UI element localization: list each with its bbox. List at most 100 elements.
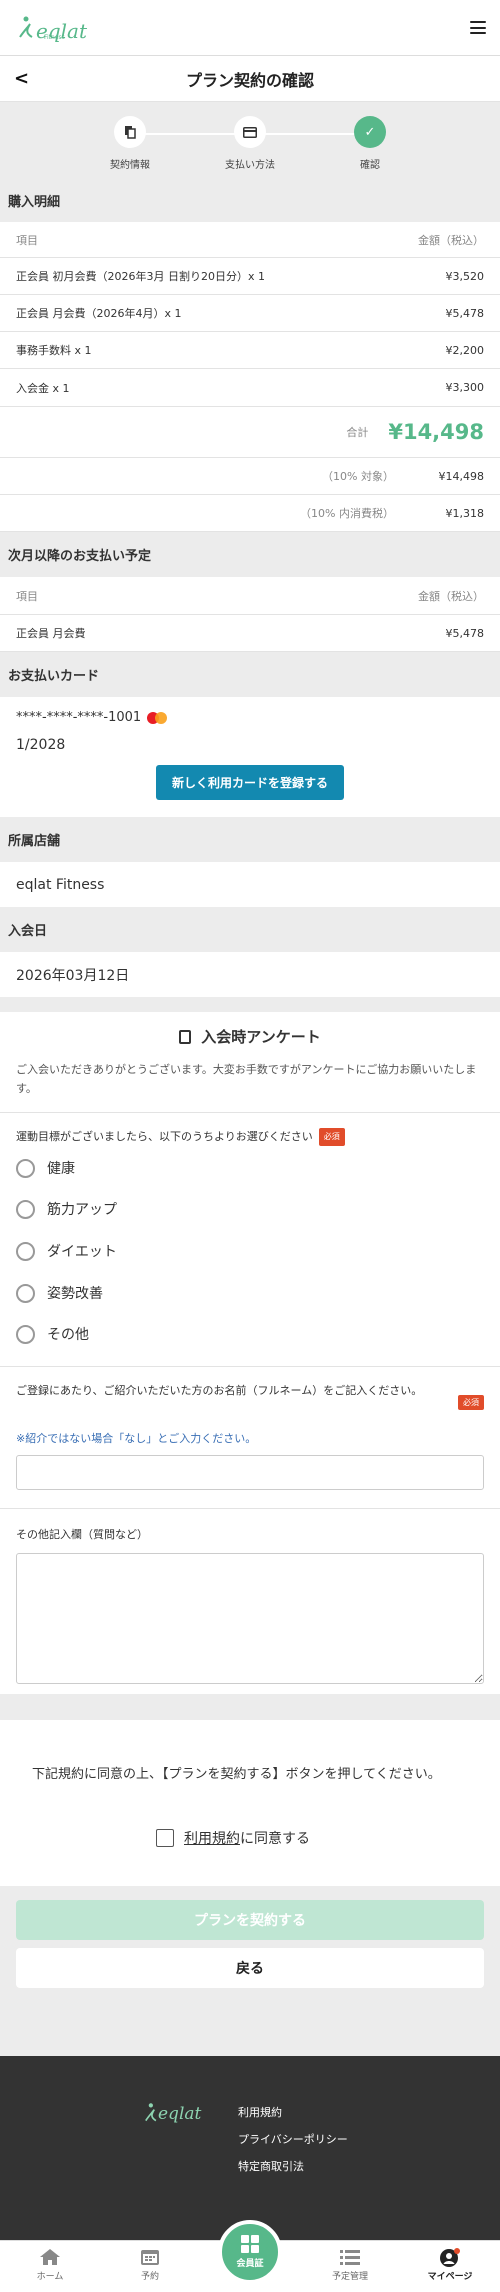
progress-steps: 契約情報 支払い方法 ✓ 確認 xyxy=(0,102,500,178)
radio-option[interactable]: 筋力アップ xyxy=(16,1199,117,1219)
radio-circle-icon[interactable] xyxy=(16,1324,35,1344)
next-table-header: 項目 金額（税込） xyxy=(0,577,500,615)
logo-mark-icon xyxy=(19,16,33,38)
nav-member-card[interactable]: 会員証 xyxy=(218,2220,282,2284)
divider xyxy=(0,1366,500,1367)
col-amount: 金額（税込） xyxy=(418,589,484,603)
item-amount: ¥5,478 xyxy=(445,306,485,320)
submit-plan-button[interactable]: プランを契約する xyxy=(16,1900,484,1940)
agreement-section: 下記規約に同意の上、【プランを契約する】ボタンを押してください。 利用規約に同意… xyxy=(0,1720,500,1886)
radio-circle-icon[interactable] xyxy=(16,1241,35,1261)
join-date-value: 2026年03月12日 xyxy=(0,952,500,997)
checkbox-icon[interactable] xyxy=(156,1829,174,1847)
step-confirm: ✓ 確認 xyxy=(320,116,420,171)
card-heading: お支払いカード xyxy=(0,652,500,697)
item-amount: ¥3,520 xyxy=(445,269,485,283)
nav-mypage[interactable]: マイページ xyxy=(410,2241,490,2292)
agree-checkbox[interactable]: 利用規約に同意する xyxy=(156,1828,310,1848)
col-item: 項目 xyxy=(16,233,38,247)
step-contract-info: 契約情報 xyxy=(80,116,180,171)
other-textarea[interactable] xyxy=(16,1553,484,1684)
option-label: 健康 xyxy=(47,1161,75,1177)
logo-sub: Fitness xyxy=(44,33,65,41)
radio-option[interactable]: ダイエット xyxy=(16,1241,117,1261)
purchase-table-header: 項目 金額（税込） xyxy=(0,222,500,258)
user-icon xyxy=(439,2248,461,2267)
home-icon xyxy=(39,2248,61,2266)
document-icon xyxy=(114,116,146,148)
radio-option[interactable]: その他 xyxy=(16,1324,89,1344)
radio-circle-icon[interactable] xyxy=(16,1283,35,1303)
agreement-text: 下記規約に同意の上、【プランを契約する】ボタンを押してください。 xyxy=(32,1767,441,1782)
logo-mark-icon xyxy=(145,2103,157,2122)
title-bar: < プラン契約の確認 xyxy=(0,56,500,102)
back-chevron-icon[interactable]: < xyxy=(14,68,29,89)
nav-home[interactable]: ホーム xyxy=(10,2241,90,2292)
footer-link-terms[interactable]: 利用規約 xyxy=(238,2104,348,2120)
nav-label: 予約 xyxy=(140,2272,159,2282)
nav-schedule[interactable]: 予定管理 xyxy=(310,2241,390,2292)
nav-reserve[interactable]: 予約 xyxy=(110,2241,190,2292)
card-number-row: ****-****-****-1001 xyxy=(16,710,168,725)
tax-target-label: （10% 対象） xyxy=(322,470,394,483)
footer: eqlat 利用規約 プライバシーポリシー 特定商取引法 xyxy=(0,2056,500,2240)
card-icon xyxy=(234,116,266,148)
required-badge: 必須 xyxy=(458,1395,484,1410)
step-payment-method: 支払い方法 xyxy=(200,116,300,171)
item-name: 正会員 月会費 xyxy=(16,627,86,640)
option-label: その他 xyxy=(47,1327,89,1343)
qr-code-icon xyxy=(241,2235,259,2253)
referral-note: ※紹介ではない場合「なし」とご入力ください。 xyxy=(16,1432,257,1445)
radio-option[interactable]: 健康 xyxy=(16,1158,75,1178)
table-row: 正会員 初月会費（2026年3月 日割り20日分）x 1 ¥3,520 xyxy=(0,258,500,295)
total-row: 合計 ¥14,498 xyxy=(0,407,500,458)
footer-link-commerce[interactable]: 特定商取引法 xyxy=(238,2158,348,2174)
back-button[interactable]: 戻る xyxy=(16,1948,484,1988)
total-label: 合計 xyxy=(346,426,369,439)
payment-card: ****-****-****-1001 1/2028 新しく利用カードを登録する xyxy=(0,697,500,817)
tax-inner-row: （10% 内消費税） ¥1,318 xyxy=(0,495,500,532)
footer-logo[interactable]: eqlat xyxy=(142,2102,201,2124)
col-item: 項目 xyxy=(16,589,38,603)
nav-label: 会員証 xyxy=(236,2259,264,2269)
nav-label: マイページ xyxy=(427,2272,473,2282)
survey-title-row: 入会時アンケート xyxy=(0,1026,500,1047)
logo[interactable]: eqlat Fitness xyxy=(16,15,87,41)
footer-link-privacy[interactable]: プライバシーポリシー xyxy=(238,2131,348,2147)
radio-circle-icon[interactable] xyxy=(16,1158,35,1178)
join-date-heading: 入会日 xyxy=(0,907,500,952)
radio-circle-icon[interactable] xyxy=(16,1199,35,1219)
next-payment-heading: 次月以降のお支払い予定 xyxy=(0,532,500,577)
required-badge: 必須 xyxy=(318,1128,345,1146)
col-amount: 金額（税込） xyxy=(418,233,484,247)
item-name: 事務手数料 x 1 xyxy=(16,344,92,357)
item-name: 入会金 x 1 xyxy=(16,381,70,395)
table-row: 正会員 月会費 ¥5,478 xyxy=(0,615,500,652)
step-label: 支払い方法 xyxy=(225,160,275,171)
survey-intro: ご入会いただきありがとうございます。大変お手数ですがアンケートにご協力お願いいた… xyxy=(16,1063,477,1096)
agree-suffix: に同意する xyxy=(240,1831,310,1847)
hamburger-menu-icon[interactable] xyxy=(470,21,486,34)
radio-option[interactable]: 姿勢改善 xyxy=(16,1283,103,1303)
terms-link[interactable]: 利用規約 xyxy=(184,1831,240,1847)
nav-label: 予定管理 xyxy=(331,2272,368,2282)
card-number: ****-****-****-1001 xyxy=(16,710,142,725)
table-row: 入会金 x 1 ¥3,300 xyxy=(0,369,500,407)
nav-label: ホーム xyxy=(36,2272,64,2282)
purchase-heading: 購入明細 xyxy=(0,178,500,222)
item-name: 正会員 初月会費（2026年3月 日割り20日分）x 1 xyxy=(16,270,265,283)
referral-name-input[interactable] xyxy=(16,1455,484,1490)
table-row: 正会員 月会費（2026年4月）x 1 ¥5,478 xyxy=(0,295,500,332)
footer-links: 利用規約 プライバシーポリシー 特定商取引法 xyxy=(238,2104,348,2174)
survey-section: 入会時アンケート ご入会いただきありがとうございます。大変お手数ですがアンケート… xyxy=(0,1012,500,1694)
option-label: 姿勢改善 xyxy=(47,1286,103,1302)
tax-inner-amount: ¥1,318 xyxy=(445,506,485,520)
store-heading: 所属店舗 xyxy=(0,817,500,862)
page-title: プラン契約の確認 xyxy=(185,70,314,90)
check-icon: ✓ xyxy=(354,116,386,148)
mastercard-icon xyxy=(147,711,168,724)
clipboard-icon xyxy=(179,1030,192,1044)
question-goal: 運動目標がございましたら、以下のうちよりお選びください 必須 xyxy=(16,1128,345,1147)
register-card-button[interactable]: 新しく利用カードを登録する xyxy=(156,765,344,800)
list-icon xyxy=(339,2248,361,2266)
